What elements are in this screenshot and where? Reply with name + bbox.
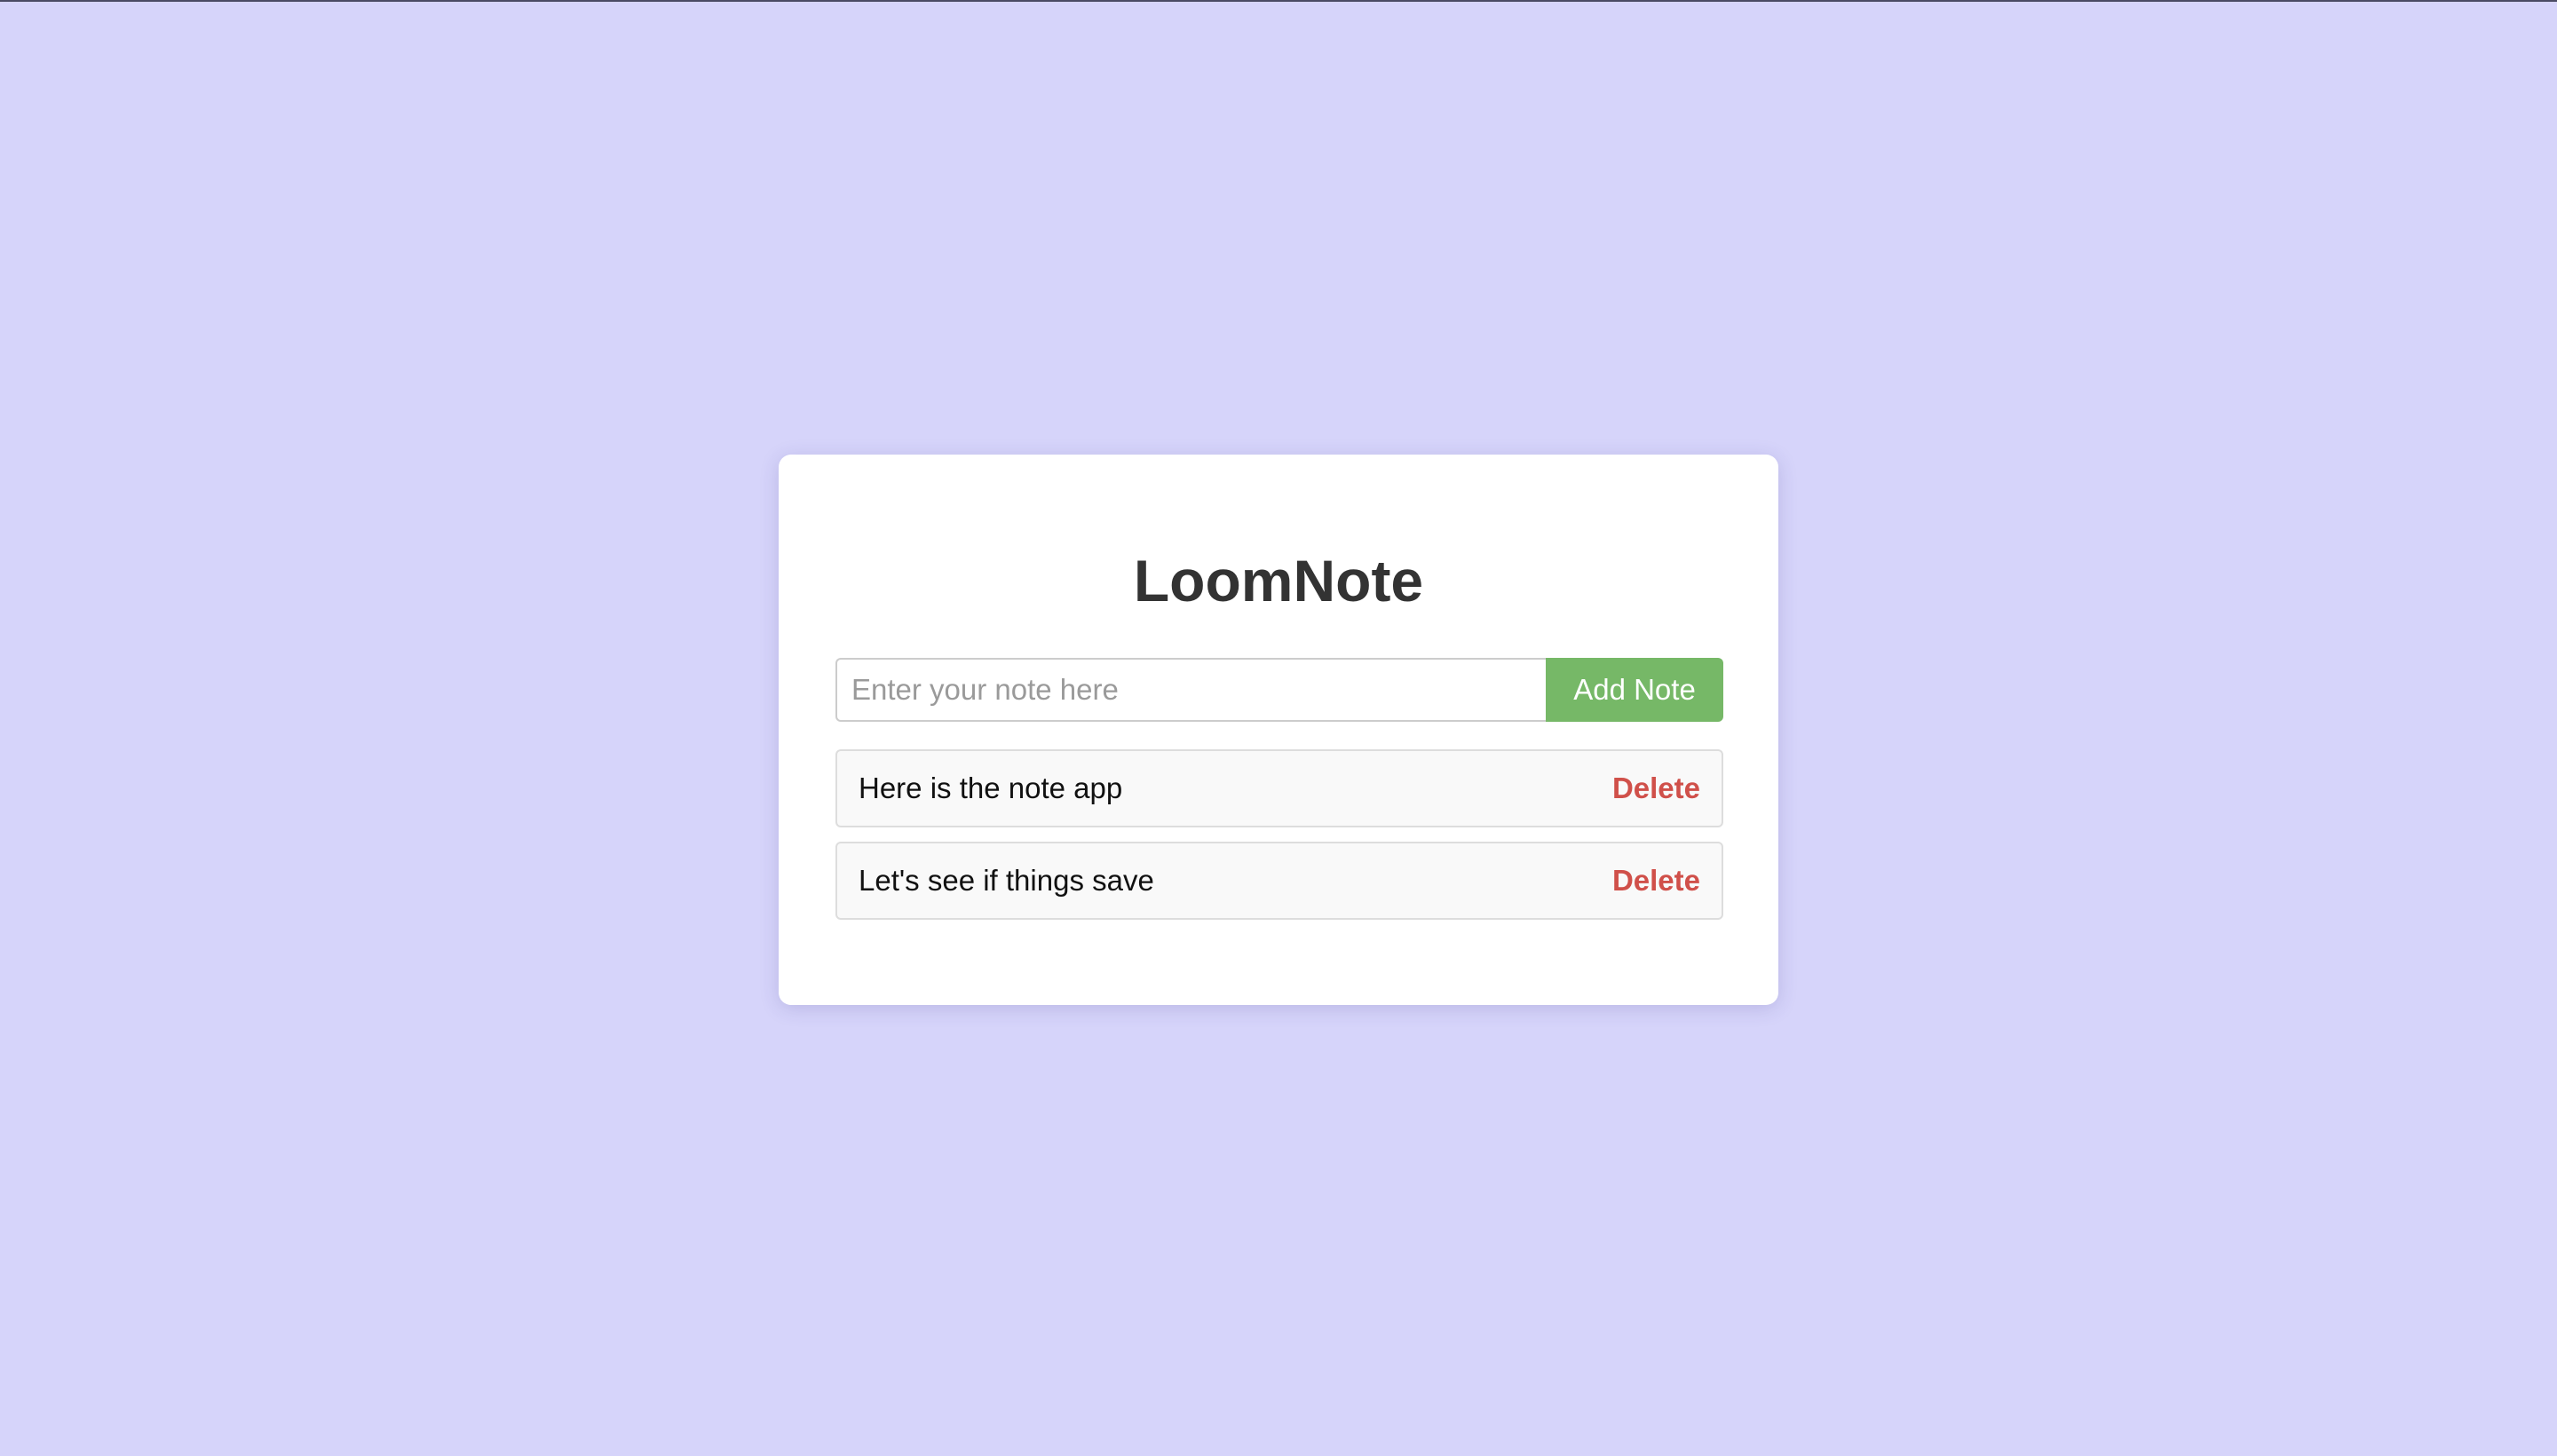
note-input[interactable] <box>835 658 1546 722</box>
delete-note-button[interactable]: Delete <box>1612 772 1700 805</box>
add-note-button[interactable]: Add Note <box>1546 658 1723 722</box>
note-item: Here is the note app Delete <box>835 749 1723 827</box>
note-app-card: LoomNote Add Note Here is the note app D… <box>779 455 1778 1005</box>
note-composer: Add Note <box>835 658 1723 722</box>
note-text: Here is the note app <box>859 772 1123 804</box>
note-text: Let's see if things save <box>859 864 1154 897</box>
app-title: LoomNote <box>1133 548 1424 613</box>
notes-list: Here is the note app Delete Let's see if… <box>835 749 1723 934</box>
delete-note-button[interactable]: Delete <box>1612 864 1700 898</box>
note-item: Let's see if things save Delete <box>835 842 1723 920</box>
